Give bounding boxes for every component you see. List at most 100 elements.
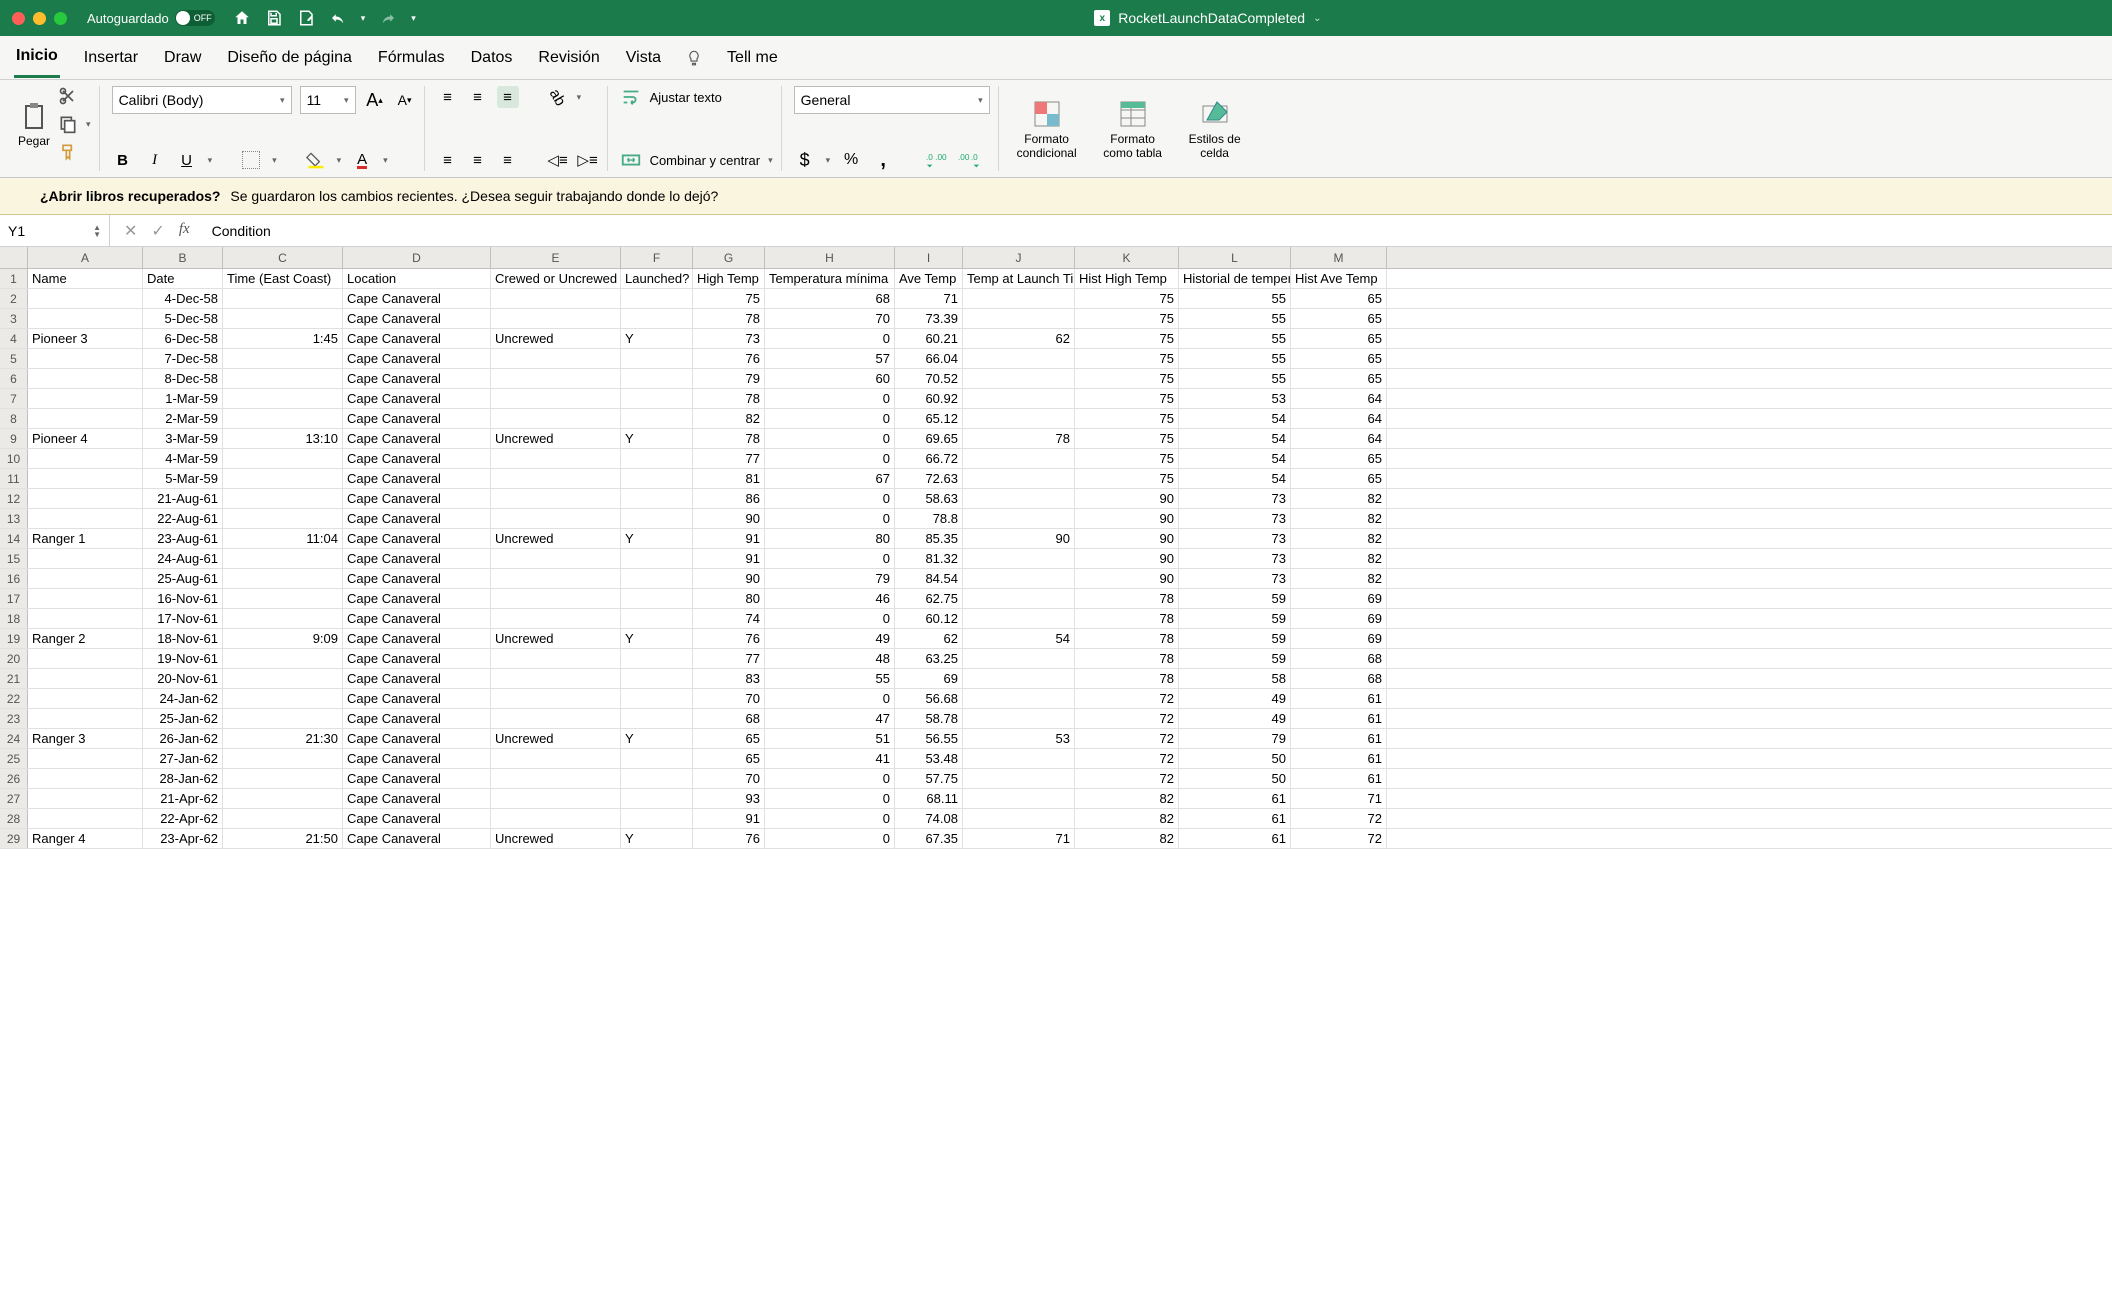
cell[interactable]: Ranger 4	[28, 829, 143, 848]
cell[interactable]: 72	[1075, 769, 1179, 788]
column-header[interactable]: L	[1179, 247, 1291, 268]
cell[interactable]: 53	[1179, 389, 1291, 408]
cell[interactable]: 28-Jan-62	[143, 769, 223, 788]
cell[interactable]	[223, 649, 343, 668]
cell[interactable]: 68	[693, 709, 765, 728]
cell[interactable]: 49	[765, 629, 895, 648]
font-size-select[interactable]: 11▾	[300, 86, 356, 114]
cell[interactable]: Date	[143, 269, 223, 288]
increase-indent-icon[interactable]: ▷≡	[577, 149, 599, 171]
name-box[interactable]: Y1 ▲▼	[0, 215, 110, 246]
cell[interactable]: 68	[1291, 669, 1387, 688]
cell[interactable]: 4-Mar-59	[143, 449, 223, 468]
fill-color-button[interactable]	[305, 149, 327, 171]
row-header[interactable]: 12	[0, 489, 28, 508]
cell[interactable]: Cape Canaveral	[343, 389, 491, 408]
column-header[interactable]: I	[895, 247, 963, 268]
copy-chevron-icon[interactable]: ▾	[86, 119, 91, 130]
cell[interactable]	[223, 289, 343, 308]
cell[interactable]: 50	[1179, 769, 1291, 788]
cell[interactable]: Y	[621, 629, 693, 648]
cell[interactable]: 0	[765, 609, 895, 628]
cell[interactable]	[491, 449, 621, 468]
cell[interactable]: 57.75	[895, 769, 963, 788]
cell[interactable]: 49	[1179, 689, 1291, 708]
cell[interactable]: Temp at Launch Time	[963, 269, 1075, 288]
tab-datos[interactable]: Datos	[469, 39, 515, 77]
row-header[interactable]: 29	[0, 829, 28, 848]
cell[interactable]: Y	[621, 829, 693, 848]
bold-button[interactable]: B	[112, 149, 134, 171]
align-center-icon[interactable]: ≡	[467, 149, 489, 171]
tab-draw[interactable]: Draw	[162, 39, 203, 77]
cell[interactable]: 69	[1291, 589, 1387, 608]
cell[interactable]	[28, 689, 143, 708]
cell[interactable]	[621, 769, 693, 788]
minimize-window-button[interactable]	[33, 12, 46, 25]
cell[interactable]	[491, 569, 621, 588]
cell[interactable]	[963, 389, 1075, 408]
close-window-button[interactable]	[12, 12, 25, 25]
cell[interactable]: 23-Aug-61	[143, 529, 223, 548]
cell[interactable]: 21:50	[223, 829, 343, 848]
cell[interactable]: 65	[693, 729, 765, 748]
cell[interactable]: 75	[1075, 469, 1179, 488]
cell[interactable]: 75	[1075, 389, 1179, 408]
cell-styles-button[interactable]: Estilos de celda	[1183, 98, 1247, 160]
cell[interactable]	[223, 489, 343, 508]
align-middle-icon[interactable]: ≡	[467, 86, 489, 108]
cell[interactable]: 54	[1179, 469, 1291, 488]
cell[interactable]	[28, 549, 143, 568]
tab-formulas[interactable]: Fórmulas	[376, 39, 447, 77]
font-name-select[interactable]: Calibri (Body)▾	[112, 86, 292, 114]
cell[interactable]	[28, 709, 143, 728]
comma-format-icon[interactable]: ,	[872, 149, 894, 171]
accept-formula-icon[interactable]: ✓	[151, 221, 164, 241]
cell[interactable]: 72	[1075, 709, 1179, 728]
cell[interactable]: Cape Canaveral	[343, 669, 491, 688]
cell[interactable]: 1:45	[223, 329, 343, 348]
cell[interactable]	[491, 749, 621, 768]
cell[interactable]: 65	[1291, 469, 1387, 488]
cell[interactable]: 90	[1075, 549, 1179, 568]
cell[interactable]	[491, 669, 621, 688]
cell[interactable]: 0	[765, 829, 895, 848]
cell[interactable]: 75	[1075, 349, 1179, 368]
cell[interactable]: 82	[1291, 529, 1387, 548]
cell[interactable]	[963, 809, 1075, 828]
cell[interactable]: 27-Jan-62	[143, 749, 223, 768]
row-header[interactable]: 17	[0, 589, 28, 608]
cell[interactable]	[963, 349, 1075, 368]
cell[interactable]: 0	[765, 689, 895, 708]
cell[interactable]: 61	[1179, 829, 1291, 848]
decrease-indent-icon[interactable]: ◁≡	[547, 149, 569, 171]
cell[interactable]: 24-Aug-61	[143, 549, 223, 568]
cell[interactable]: 80	[765, 529, 895, 548]
cell[interactable]: 72	[1075, 749, 1179, 768]
conditional-format-button[interactable]: Formato condicional	[1011, 98, 1083, 160]
cell[interactable]: Cape Canaveral	[343, 829, 491, 848]
cell[interactable]	[223, 809, 343, 828]
cell[interactable]: 21:30	[223, 729, 343, 748]
cell[interactable]: 77	[693, 449, 765, 468]
cell[interactable]: 58.78	[895, 709, 963, 728]
cell[interactable]: 91	[693, 549, 765, 568]
cell[interactable]: 0	[765, 789, 895, 808]
cell[interactable]: Ranger 3	[28, 729, 143, 748]
column-header[interactable]: J	[963, 247, 1075, 268]
row-header[interactable]: 28	[0, 809, 28, 828]
cell[interactable]: 62	[895, 629, 963, 648]
align-bottom-icon[interactable]: ≡	[497, 86, 519, 108]
cell[interactable]: Y	[621, 729, 693, 748]
qat-overflow-icon[interactable]: ▾	[411, 13, 416, 24]
cell[interactable]	[621, 509, 693, 528]
cell[interactable]: 7-Dec-58	[143, 349, 223, 368]
cell[interactable]: 60.92	[895, 389, 963, 408]
row-header[interactable]: 26	[0, 769, 28, 788]
save-edit-icon[interactable]	[297, 9, 315, 27]
cell[interactable]: 64	[1291, 409, 1387, 428]
cell[interactable]: 17-Nov-61	[143, 609, 223, 628]
cell[interactable]	[621, 569, 693, 588]
cell[interactable]: 56.55	[895, 729, 963, 748]
align-left-icon[interactable]: ≡	[437, 149, 459, 171]
